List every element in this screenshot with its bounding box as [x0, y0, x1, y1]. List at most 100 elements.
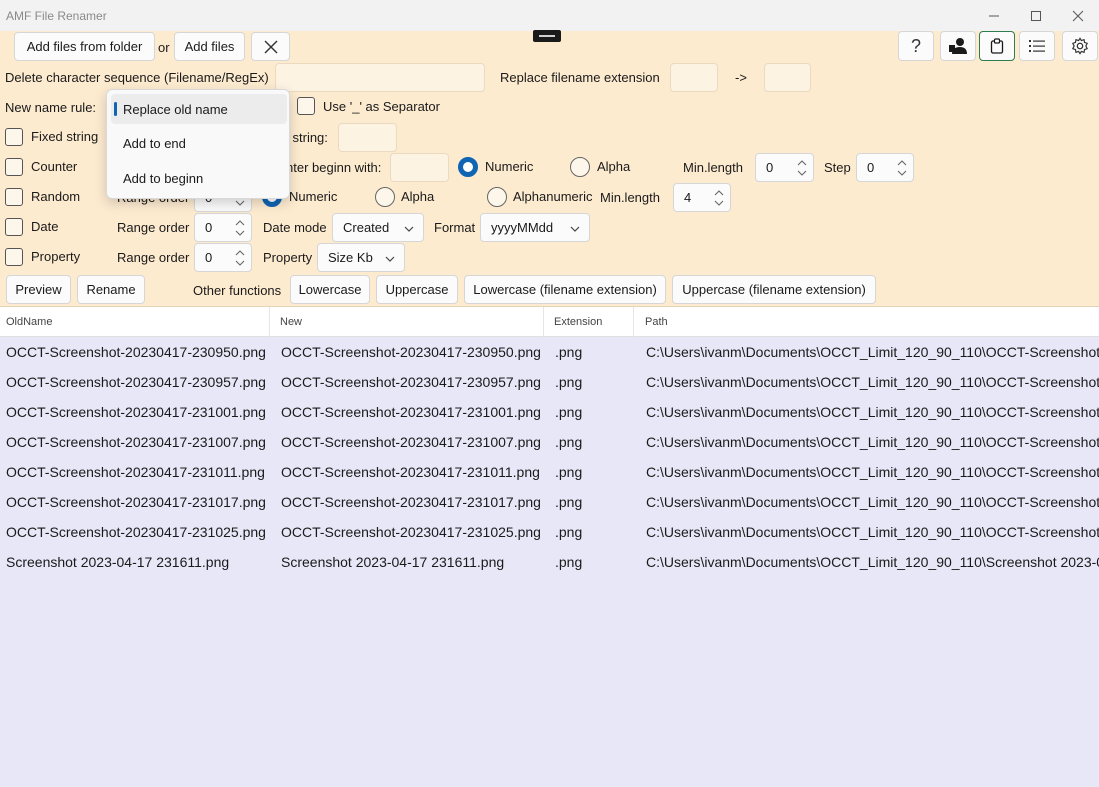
name-rule-option-end[interactable]: Add to end: [111, 128, 287, 158]
preview-button[interactable]: Preview: [6, 275, 71, 304]
counter-minlen-stepper[interactable]: 0: [755, 153, 814, 182]
random-checkbox[interactable]: [5, 188, 23, 206]
random-alpha-radio[interactable]: [375, 187, 395, 207]
random-minlen-stepper[interactable]: 4: [673, 183, 731, 212]
close-button[interactable]: [1056, 0, 1099, 31]
cell-oldname: OCCT-Screenshot-20230417-231017.png: [6, 494, 266, 510]
date-mode-dropdown[interactable]: Created: [332, 213, 424, 242]
person-button[interactable]: [940, 31, 976, 61]
lowercase-extension-button[interactable]: Lowercase (filename extension): [464, 275, 666, 304]
counter-alpha-radio[interactable]: [570, 157, 590, 177]
cell-path: C:\Users\ivanm\Documents\OCCT_Limit_120_…: [646, 554, 1099, 570]
stepper-arrows-icon: [797, 159, 807, 177]
counter-step-stepper[interactable]: 0: [856, 153, 914, 182]
random-alpha-label: Alpha: [401, 189, 435, 204]
counter-numeric-radio[interactable]: [458, 157, 478, 177]
cell-new: OCCT-Screenshot-20230417-230950.png: [281, 344, 541, 360]
cell-path: C:\Users\ivanm\Documents\OCCT_Limit_120_…: [646, 404, 1099, 420]
cell-path: C:\Users\ivanm\Documents\OCCT_Limit_120_…: [646, 464, 1099, 480]
cell-extension: .png: [555, 524, 583, 540]
date-format-value: yyyyMMdd: [491, 220, 554, 235]
property-label: Property: [31, 249, 81, 264]
random-alphanumeric-radio[interactable]: [487, 187, 507, 207]
table-row[interactable]: Screenshot 2023-04-17 231611.png Screensh…: [0, 547, 1099, 577]
minimize-button[interactable]: [972, 0, 1016, 31]
table-row[interactable]: OCCT-Screenshot-20230417-230957.png OCCT-…: [0, 367, 1099, 397]
cell-path: C:\Users\ivanm\Documents\OCCT_Limit_120_…: [646, 434, 1099, 450]
separator-checkbox[interactable]: [297, 97, 315, 115]
settings-button[interactable]: [1062, 31, 1098, 61]
column-header-path[interactable]: Path: [639, 307, 1099, 337]
add-files-button[interactable]: Add files: [174, 32, 245, 61]
fixed-string-checkbox[interactable]: [5, 128, 23, 146]
column-header-new[interactable]: New: [274, 307, 544, 337]
random-label: Random: [31, 189, 81, 204]
stepper-arrows-icon: [235, 219, 245, 237]
counter-begin-label: nter beginn with:: [286, 160, 382, 175]
date-label: Date: [31, 219, 59, 234]
help-button[interactable]: ?: [898, 31, 934, 61]
counter-label: Counter: [31, 159, 78, 174]
cell-extension: .png: [555, 374, 583, 390]
date-format-label: Format: [434, 220, 476, 235]
maximize-button[interactable]: [1014, 0, 1058, 31]
table-row[interactable]: OCCT-Screenshot-20230417-231007.png OCCT-…: [0, 427, 1099, 457]
clear-button[interactable]: [251, 32, 290, 61]
title-bar: AMF File Renamer: [0, 0, 1099, 31]
random-alphanumeric-label: Alphanumeric: [513, 189, 593, 204]
file-grid: OldName New Extension Path OCCT-Screensh…: [0, 307, 1099, 787]
date-range-stepper[interactable]: 0: [194, 213, 252, 242]
table-row[interactable]: OCCT-Screenshot-20230417-231011.png OCCT-…: [0, 457, 1099, 487]
rename-button[interactable]: Rename: [77, 275, 145, 304]
panel-drag-handle[interactable]: [533, 30, 561, 42]
uppercase-button[interactable]: Uppercase: [376, 275, 458, 304]
minimize-icon: [989, 15, 999, 16]
extension-arrow-label: ->: [735, 70, 747, 85]
list-button[interactable]: [1019, 31, 1055, 61]
counter-step-label: Step: [824, 160, 851, 175]
cell-path: C:\Users\ivanm\Documents\OCCT_Limit_120_…: [646, 374, 1099, 390]
replace-extension-label: Replace filename extension: [500, 70, 660, 85]
property-range-stepper[interactable]: 0: [194, 243, 252, 272]
cell-path: C:\Users\ivanm\Documents\OCCT_Limit_120_…: [646, 524, 1099, 540]
date-checkbox[interactable]: [5, 218, 23, 236]
cell-new: Screenshot 2023-04-17 231611.png: [281, 554, 505, 570]
extension-from-input[interactable]: [670, 63, 718, 92]
cell-extension: .png: [555, 434, 583, 450]
cell-extension: .png: [555, 554, 583, 570]
table-row[interactable]: OCCT-Screenshot-20230417-231017.png OCCT-…: [0, 487, 1099, 517]
help-icon: ?: [910, 35, 921, 56]
extension-to-input[interactable]: [764, 63, 811, 92]
name-rule-option-begin[interactable]: Add to beginn: [111, 163, 287, 193]
lowercase-button[interactable]: Lowercase: [290, 275, 370, 304]
date-range-label: Range order: [117, 220, 190, 235]
delete-sequence-input[interactable]: [275, 63, 485, 92]
table-row[interactable]: OCCT-Screenshot-20230417-230950.png OCCT-…: [0, 337, 1099, 367]
cell-oldname: OCCT-Screenshot-20230417-231011.png: [6, 464, 265, 480]
clipboard-button[interactable]: [979, 31, 1015, 61]
counter-checkbox[interactable]: [5, 158, 23, 176]
uppercase-extension-button[interactable]: Uppercase (filename extension): [672, 275, 876, 304]
person-icon: [949, 38, 967, 54]
cell-extension: .png: [555, 344, 583, 360]
name-rule-option-replace[interactable]: Replace old name: [111, 94, 287, 124]
column-header-oldname[interactable]: OldName: [0, 307, 270, 337]
property-range-value: 0: [205, 250, 213, 265]
property-range-label: Range order: [117, 250, 190, 265]
date-range-value: 0: [205, 220, 213, 235]
property-checkbox[interactable]: [5, 248, 23, 266]
cell-extension: .png: [555, 404, 583, 420]
table-row[interactable]: OCCT-Screenshot-20230417-231025.png OCCT-…: [0, 517, 1099, 547]
column-header-extension[interactable]: Extension: [548, 307, 634, 337]
table-row[interactable]: OCCT-Screenshot-20230417-231001.png OCCT-…: [0, 397, 1099, 427]
random-minlen-label: Min.length: [600, 190, 660, 205]
new-name-rule-label: New name rule:: [5, 100, 97, 115]
counter-begin-input[interactable]: [390, 153, 449, 182]
cell-extension: .png: [555, 494, 583, 510]
window-title: AMF File Renamer: [6, 9, 107, 23]
property-dropdown[interactable]: Size Kb: [317, 243, 405, 272]
fixed-string-input[interactable]: [338, 123, 397, 152]
date-format-dropdown[interactable]: yyyyMMdd: [480, 213, 590, 242]
add-files-from-folder-button[interactable]: Add files from folder: [14, 32, 155, 61]
counter-alpha-label: Alpha: [597, 159, 631, 174]
